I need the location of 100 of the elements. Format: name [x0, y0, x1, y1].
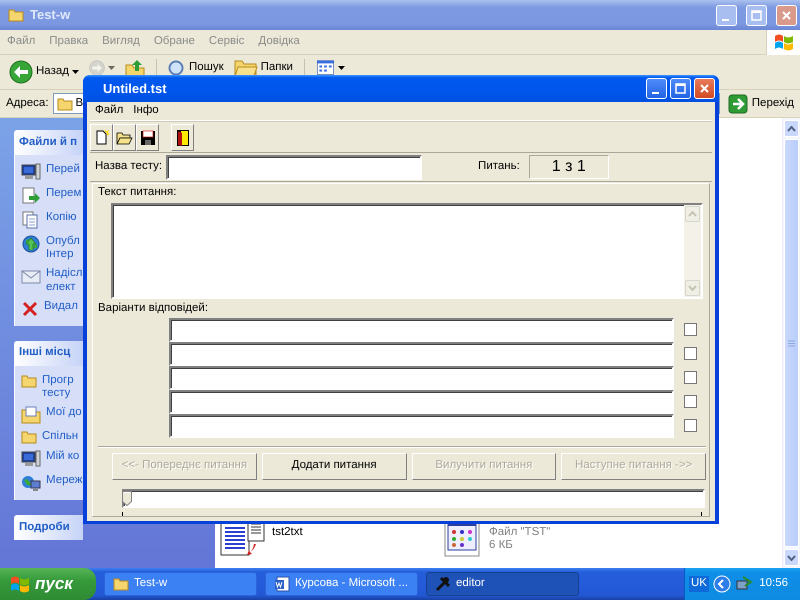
tools-icon [435, 576, 451, 592]
cross-icon [21, 300, 39, 318]
open-button[interactable] [113, 124, 136, 151]
close-icon [699, 83, 710, 94]
close-button[interactable] [694, 78, 715, 99]
task-pane-header[interactable]: Подроби [14, 515, 83, 540]
task-pane-header[interactable]: Файли й п [14, 130, 83, 155]
grip-icon[interactable] [788, 340, 795, 346]
folder-icon [8, 8, 24, 22]
taskbar-button[interactable]: editor [426, 572, 579, 596]
task-link[interactable]: Опубл Інтер [46, 235, 80, 262]
caret-icon [338, 66, 345, 70]
menu-item[interactable]: Інфо [128, 104, 164, 118]
computer-icon [21, 450, 41, 468]
document-arrow-icon [21, 187, 41, 205]
go-button[interactable]: Перехід [724, 94, 798, 114]
computer-icon [21, 163, 41, 181]
task-link[interactable]: Прогр тесту [42, 374, 74, 400]
taskbar-button[interactable]: Test-w [104, 572, 257, 596]
checkbox[interactable] [684, 323, 697, 336]
task-link[interactable]: Перей [46, 163, 80, 176]
task-link[interactable]: Перем [46, 187, 82, 200]
task-link[interactable]: Копію [46, 211, 77, 224]
flag-icon [772, 32, 794, 52]
answer-field[interactable] [169, 414, 674, 438]
checkbox[interactable] [684, 371, 697, 384]
minimize-button[interactable] [646, 78, 667, 99]
address-label: Адреса: [6, 96, 49, 110]
maximize-icon [675, 83, 686, 94]
exit-button[interactable] [171, 124, 194, 151]
chevron-icon[interactable] [712, 575, 731, 593]
menu-item[interactable]: Довідка [251, 35, 307, 49]
new-document-button[interactable] [90, 124, 113, 151]
close-button[interactable] [776, 4, 797, 26]
clock: 10:56 [759, 577, 788, 591]
menu-item[interactable]: Файл [90, 104, 128, 118]
field-label: Назва тесту: [95, 160, 162, 174]
file-detail: Файл "TST" [489, 526, 550, 540]
network-icon [21, 474, 41, 492]
task-link[interactable]: Мої до [46, 406, 82, 420]
caret-icon [108, 66, 115, 70]
field-label: Варіанти відповідей: [98, 302, 210, 316]
caret-icon [72, 70, 79, 74]
start-button[interactable]: пуск [0, 568, 96, 600]
field-label: Текст питання: [98, 186, 178, 200]
save-button[interactable] [136, 124, 159, 151]
answer-field[interactable] [169, 390, 674, 414]
task-link[interactable]: Надісл елект [46, 267, 82, 294]
minimize-icon [652, 92, 658, 94]
task-pane-header[interactable]: Інші місц [14, 340, 83, 366]
slider-track[interactable] [122, 488, 705, 508]
answer-field[interactable] [169, 366, 674, 390]
question-counter: 1 з 1 [528, 155, 609, 179]
close-icon [781, 10, 792, 20]
test-name-field[interactable] [166, 154, 422, 180]
menu-item[interactable]: Файл [0, 35, 42, 49]
nav-button[interactable]: Додати питання [262, 452, 406, 480]
folder-icon [116, 130, 133, 144]
file-name[interactable]: tst2txt [272, 526, 303, 540]
search-icon [168, 60, 186, 76]
folder-icon [21, 406, 41, 424]
field-label: Питань: [478, 160, 520, 174]
folder-icon [113, 577, 129, 591]
menu-item[interactable]: Вигляд [95, 35, 147, 49]
minimize-button[interactable] [716, 4, 737, 26]
menu-item[interactable]: Обране [146, 35, 202, 49]
maximize-button[interactable] [670, 78, 691, 99]
menu-item[interactable]: Сервіс [202, 35, 252, 49]
answer-field[interactable] [169, 318, 674, 342]
menu-item[interactable]: Правка [42, 35, 96, 49]
tick-mark [701, 512, 702, 516]
checkbox[interactable] [684, 395, 697, 408]
task-link[interactable]: Видал [44, 300, 78, 314]
language-indicator[interactable]: UK [689, 576, 709, 592]
views-icon [316, 60, 335, 75]
checkbox[interactable] [684, 419, 697, 432]
door-icon [176, 128, 190, 146]
document-icon [274, 576, 290, 592]
back-button[interactable]: Назад [6, 58, 82, 86]
maximize-button[interactable] [746, 4, 767, 26]
scrollbar[interactable] [782, 118, 800, 568]
folder-icon [21, 430, 37, 444]
task-link[interactable]: Мій ко [46, 450, 80, 464]
folder-icon [56, 96, 73, 110]
task-link[interactable]: Спільн [42, 430, 78, 444]
folder-icon [21, 374, 37, 388]
forward-icon [88, 60, 105, 76]
file-detail: 6 КБ [489, 539, 514, 552]
task-link[interactable]: Мереж [46, 474, 82, 488]
search-button[interactable]: Пошук [164, 58, 227, 78]
slider-thumb[interactable] [122, 490, 132, 506]
checkbox[interactable] [684, 347, 697, 360]
folder-icon [234, 60, 258, 76]
globe-icon [21, 235, 41, 253]
answer-field[interactable] [169, 342, 674, 366]
flag-icon [10, 575, 30, 593]
taskbar-button[interactable]: Курсова - Microsoft ... [265, 572, 418, 596]
tick-mark [122, 512, 123, 516]
back-icon [9, 60, 33, 84]
maximize-icon [751, 10, 762, 20]
